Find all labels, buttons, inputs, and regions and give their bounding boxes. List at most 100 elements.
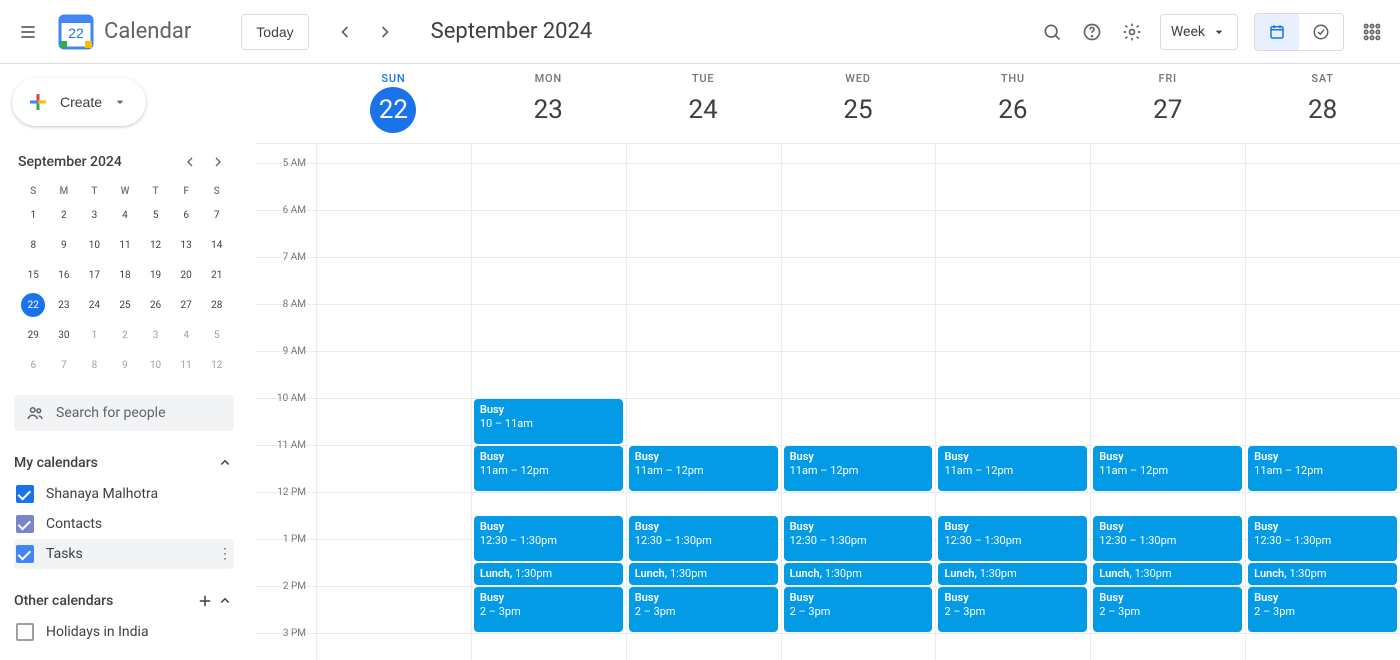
view-selector[interactable]: Week bbox=[1160, 14, 1238, 50]
calendar-view-tab[interactable] bbox=[1255, 14, 1299, 50]
calendar-event[interactable]: Lunch, 1:30pm bbox=[474, 563, 623, 585]
calendar-event[interactable]: Busy11am – 12pm bbox=[629, 446, 778, 491]
mini-day[interactable]: 14 bbox=[205, 233, 229, 257]
mini-day[interactable]: 15 bbox=[21, 263, 45, 287]
calendar-checkbox[interactable] bbox=[16, 545, 34, 563]
calendar-event[interactable]: Lunch, 1:30pm bbox=[938, 563, 1087, 585]
calendar-event[interactable]: Busy2 – 3pm bbox=[1248, 587, 1397, 632]
day-column[interactable]: Busy11am – 12pm Busy12:30 – 1:30pmLunch, … bbox=[1090, 144, 1245, 660]
mini-day[interactable]: 24 bbox=[82, 293, 106, 317]
plus-icon[interactable] bbox=[196, 592, 214, 610]
mini-day[interactable]: 5 bbox=[144, 203, 168, 227]
mini-day[interactable]: 28 bbox=[205, 293, 229, 317]
mini-prev-button[interactable] bbox=[176, 148, 204, 176]
day-header[interactable]: SUN22 bbox=[316, 64, 471, 143]
mini-day[interactable]: 19 bbox=[144, 263, 168, 287]
mini-day[interactable]: 6 bbox=[174, 203, 198, 227]
mini-day[interactable]: 11 bbox=[113, 233, 137, 257]
mini-day[interactable]: 18 bbox=[113, 263, 137, 287]
calendar-item[interactable]: Holidays in India bbox=[14, 617, 234, 647]
mini-day[interactable]: 2 bbox=[113, 323, 137, 347]
other-calendars-toggle[interactable]: Other calendars bbox=[14, 585, 234, 617]
mini-day[interactable]: 4 bbox=[113, 203, 137, 227]
calendar-event[interactable]: Busy12:30 – 1:30pm bbox=[938, 516, 1087, 561]
calendar-event[interactable]: Busy12:30 – 1:30pm bbox=[784, 516, 933, 561]
my-calendars-toggle[interactable]: My calendars bbox=[14, 447, 234, 479]
mini-day[interactable]: 22 bbox=[21, 293, 45, 317]
calendar-event[interactable]: Busy12:30 – 1:30pm bbox=[629, 516, 778, 561]
calendar-event[interactable]: Busy2 – 3pm bbox=[474, 587, 623, 632]
calendar-checkbox[interactable] bbox=[16, 485, 34, 503]
menu-button[interactable] bbox=[8, 12, 48, 52]
mini-day[interactable]: 13 bbox=[174, 233, 198, 257]
create-button[interactable]: Create bbox=[12, 78, 146, 126]
mini-day[interactable]: 20 bbox=[174, 263, 198, 287]
calendar-checkbox[interactable] bbox=[16, 515, 34, 533]
calendar-event[interactable]: Busy12:30 – 1:30pm bbox=[1093, 516, 1242, 561]
tasks-view-tab[interactable] bbox=[1299, 14, 1343, 50]
day-header[interactable]: WED25 bbox=[781, 64, 936, 143]
mini-day[interactable]: 9 bbox=[52, 233, 76, 257]
calendar-item[interactable]: Contacts bbox=[14, 509, 234, 539]
day-column[interactable]: Busy11am – 12pm Busy12:30 – 1:30pmLunch, … bbox=[626, 144, 781, 660]
day-header[interactable]: TUE24 bbox=[626, 64, 781, 143]
calendar-event[interactable]: Busy12:30 – 1:30pm bbox=[474, 516, 623, 561]
mini-day[interactable]: 3 bbox=[144, 323, 168, 347]
calendar-event[interactable]: Busy2 – 3pm bbox=[1093, 587, 1242, 632]
mini-day[interactable]: 29 bbox=[21, 323, 45, 347]
calendar-event[interactable]: Busy2 – 3pm bbox=[938, 587, 1087, 632]
calendar-event[interactable]: Busy2 – 3pm bbox=[784, 587, 933, 632]
calendar-event[interactable]: Lunch, 1:30pm bbox=[1248, 563, 1397, 585]
mini-day[interactable]: 27 bbox=[174, 293, 198, 317]
calendar-event[interactable]: Lunch, 1:30pm bbox=[1093, 563, 1242, 585]
mini-day[interactable]: 5 bbox=[205, 323, 229, 347]
mini-next-button[interactable] bbox=[204, 148, 232, 176]
mini-day[interactable]: 1 bbox=[21, 203, 45, 227]
day-column[interactable]: Busy11am – 12pmBusy12:30 – 1:30pmLunch, … bbox=[781, 144, 936, 660]
mini-day[interactable]: 23 bbox=[52, 293, 76, 317]
mini-day[interactable]: 11 bbox=[174, 353, 198, 377]
mini-day[interactable]: 12 bbox=[144, 233, 168, 257]
day-header[interactable]: FRI27 bbox=[1090, 64, 1245, 143]
calendar-event[interactable]: Busy11am – 12pm bbox=[1093, 446, 1242, 491]
today-button[interactable]: Today bbox=[241, 14, 308, 50]
calendar-event[interactable]: Busy12:30 – 1:30pm bbox=[1248, 516, 1397, 561]
calendar-checkbox[interactable] bbox=[16, 623, 34, 641]
day-column[interactable]: Busy10 – 11amBusy11am – 12pmBusy12:30 – … bbox=[471, 144, 626, 660]
next-week-button[interactable] bbox=[365, 12, 405, 52]
mini-day[interactable]: 4 bbox=[174, 323, 198, 347]
apps-button[interactable] bbox=[1352, 12, 1392, 52]
mini-day[interactable]: 1 bbox=[82, 323, 106, 347]
prev-week-button[interactable] bbox=[325, 12, 365, 52]
calendar-event[interactable]: Busy10 – 11am bbox=[474, 399, 623, 444]
day-header[interactable]: MON23 bbox=[471, 64, 626, 143]
mini-day[interactable]: 10 bbox=[144, 353, 168, 377]
search-people-input[interactable]: Search for people bbox=[14, 395, 234, 431]
mini-day[interactable]: 7 bbox=[52, 353, 76, 377]
day-header[interactable]: SAT28 bbox=[1245, 64, 1400, 143]
mini-day[interactable]: 2 bbox=[52, 203, 76, 227]
day-header[interactable]: THU26 bbox=[935, 64, 1090, 143]
mini-day[interactable]: 16 bbox=[52, 263, 76, 287]
mini-day[interactable]: 10 bbox=[82, 233, 106, 257]
mini-day[interactable]: 12 bbox=[205, 353, 229, 377]
calendar-item[interactable]: Tasks⋮ bbox=[14, 539, 234, 569]
day-column[interactable]: Busy11am – 12pmBusy12:30 – 1:30pmLunch, … bbox=[935, 144, 1090, 660]
mini-day[interactable]: 7 bbox=[205, 203, 229, 227]
mini-day[interactable]: 21 bbox=[205, 263, 229, 287]
search-button[interactable] bbox=[1032, 12, 1072, 52]
mini-day[interactable]: 25 bbox=[113, 293, 137, 317]
calendar-more-icon[interactable]: ⋮ bbox=[218, 546, 232, 562]
help-button[interactable] bbox=[1072, 12, 1112, 52]
calendar-event[interactable]: Busy2 – 3pm bbox=[629, 587, 778, 632]
mini-day[interactable]: 8 bbox=[21, 233, 45, 257]
calendar-event[interactable]: Lunch, 1:30pm bbox=[629, 563, 778, 585]
mini-day[interactable]: 30 bbox=[52, 323, 76, 347]
calendar-event[interactable]: Busy11am – 12pm bbox=[784, 446, 933, 491]
calendar-item[interactable]: Shanaya Malhotra bbox=[14, 479, 234, 509]
day-column[interactable]: Busy11am – 12pm Busy12:30 – 1:30pmLunch, … bbox=[1245, 144, 1400, 660]
day-column[interactable] bbox=[316, 144, 471, 660]
mini-day[interactable]: 6 bbox=[21, 353, 45, 377]
calendar-event[interactable]: Busy11am – 12pm bbox=[1248, 446, 1397, 491]
mini-day[interactable]: 9 bbox=[113, 353, 137, 377]
